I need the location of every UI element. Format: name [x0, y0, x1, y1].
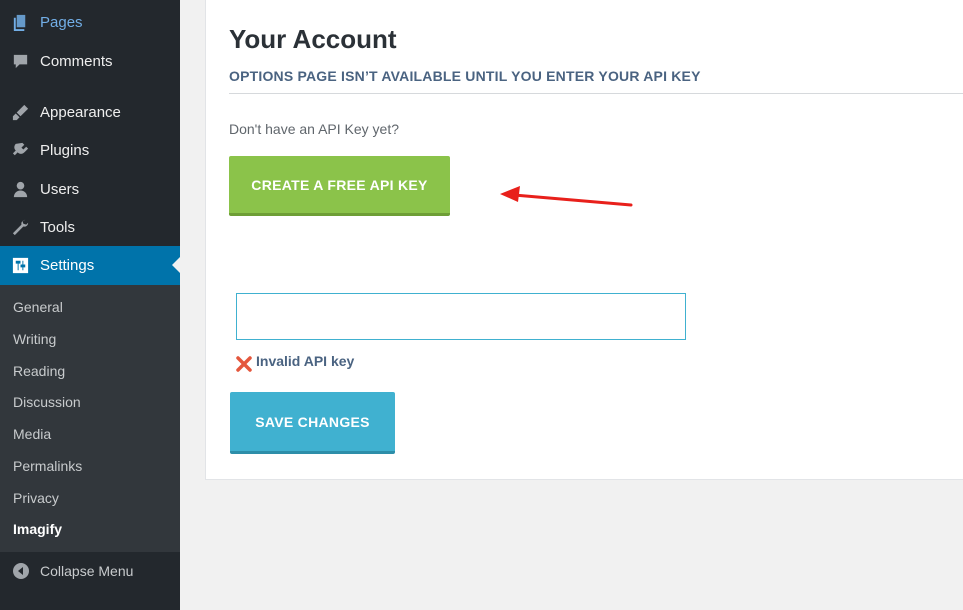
appearance-icon [10, 102, 30, 122]
sidebar-item-label: Settings [40, 257, 95, 274]
page-title: Your Account [229, 24, 397, 54]
settings-icon [10, 256, 30, 276]
sidebar-item-label: Comments [40, 52, 113, 70]
annotation-arrow [500, 186, 633, 207]
sidebar-item-label: Appearance [40, 103, 121, 121]
account-card: Your Account OPTIONS PAGE ISN’T AVAILABL… [205, 0, 963, 480]
submenu-item-privacy[interactable]: Privacy [13, 490, 59, 506]
sidebar-item-users[interactable]: Users [0, 170, 180, 208]
submenu-item-discussion[interactable]: Discussion [13, 394, 81, 410]
submenu-item-imagify[interactable]: Imagify [13, 521, 62, 537]
sidebar-item-label: Tools [40, 218, 76, 236]
error-x-icon [236, 356, 252, 372]
collapse-menu-button[interactable]: Collapse Menu [0, 552, 180, 590]
sidebar-item-label: Plugins [40, 141, 90, 159]
submenu-item-permalinks[interactable]: Permalinks [13, 458, 82, 474]
users-icon [10, 179, 30, 199]
api-key-prompt: Don't have an API Key yet? [229, 121, 400, 137]
tools-icon [10, 217, 30, 237]
submenu-item-reading[interactable]: Reading [13, 363, 65, 379]
sidebar-item-pages[interactable]: Pages [0, 3, 180, 41]
collapse-icon [12, 562, 30, 580]
sidebar-item-appearance[interactable]: Appearance [0, 93, 180, 131]
plugins-icon [10, 140, 30, 160]
collapse-label: Collapse Menu [40, 563, 134, 579]
api-key-notice: OPTIONS PAGE ISN’T AVAILABLE UNTIL YOU E… [229, 68, 701, 84]
submenu-item-general[interactable]: General [13, 299, 63, 315]
divider [229, 93, 963, 94]
submenu-item-writing[interactable]: Writing [13, 331, 56, 347]
api-key-error: Invalid API key [235, 349, 354, 373]
active-caret [172, 257, 180, 273]
submenu-item-media[interactable]: Media [13, 426, 51, 442]
sidebar-item-comments[interactable]: Comments [0, 42, 180, 80]
sidebar-item-plugins[interactable]: Plugins [0, 131, 180, 169]
api-key-input[interactable] [236, 293, 686, 340]
sidebar-item-settings[interactable]: Settings [0, 246, 180, 285]
pages-icon [10, 12, 30, 32]
admin-sidebar: Pages Comments Appearance Plugins Users … [0, 0, 180, 610]
sidebar-item-label: Users [40, 180, 80, 198]
sidebar-item-tools[interactable]: Tools [0, 208, 180, 246]
sidebar-item-label: Pages [40, 13, 83, 31]
create-api-key-button[interactable]: CREATE A FREE API KEY [229, 156, 450, 216]
error-message: Invalid API key [256, 353, 355, 369]
settings-submenu: General Writing Reading Discussion Media… [0, 285, 180, 552]
comments-icon [10, 51, 30, 71]
save-changes-button[interactable]: SAVE CHANGES [230, 392, 395, 454]
